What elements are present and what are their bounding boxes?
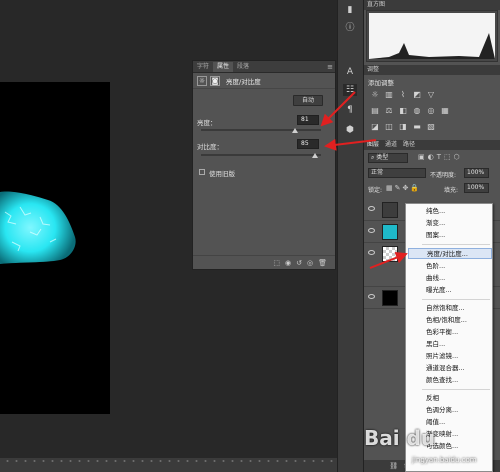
arrow-to-menu-item xyxy=(369,252,408,269)
watermark-brand: Bai du xyxy=(364,426,436,450)
arrow-to-contrast xyxy=(324,138,377,151)
annotation-overlay xyxy=(320,91,408,269)
watermark-url: jingyan.baidu.com xyxy=(412,456,477,464)
watermark: Bai du jingyan.baidu.com xyxy=(360,420,500,470)
arrow-to-brightness xyxy=(320,91,356,127)
